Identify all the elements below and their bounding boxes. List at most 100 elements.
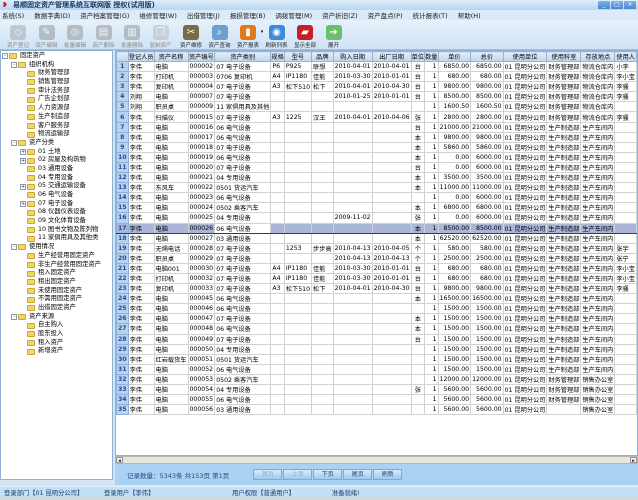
cell-11[interactable]: 1 <box>424 272 439 285</box>
cell-9[interactable] <box>371 202 412 214</box>
cell-9[interactable]: 2010-04-05 <box>371 242 412 254</box>
table-row[interactable]: 16 李伟 电脑 000025 04 专用设备 2009-11-02 张 1 0.00 6000.… <box>116 212 637 224</box>
cell-6[interactable]: IP1180 <box>283 71 313 83</box>
cell-2[interactable]: 电脑 <box>153 60 189 73</box>
cell-7[interactable] <box>311 232 334 244</box>
cell-17[interactable] <box>614 161 637 174</box>
toolbar-button-copy[interactable]: ❐ 复制资产 <box>147 21 175 49</box>
cell-15[interactable]: 生产制造部 <box>546 212 582 224</box>
cell-12[interactable]: 62520.00 <box>437 232 472 244</box>
cell-5[interactable]: P6 <box>270 60 285 73</box>
cell-12[interactable]: 1500.00 <box>437 333 472 345</box>
cell-10[interactable]: 台 <box>410 262 426 274</box>
cell-13[interactable]: 9800.00 <box>470 283 504 295</box>
cell-12[interactable]: 9800.00 <box>437 283 472 295</box>
cell-9[interactable] <box>371 222 412 234</box>
cell-10[interactable]: 台 <box>410 333 426 345</box>
cell-14[interactable]: 01 昆明分公司 <box>502 111 548 123</box>
cell-8[interactable] <box>332 151 373 163</box>
column-header[interactable]: 数量 <box>424 51 439 62</box>
table-row[interactable]: 13 李伟 东风车 000022 0501 货运汽车本 1 11000.00 11000.00… <box>116 182 637 194</box>
cell-4[interactable]: 07 电子设备 <box>214 81 272 93</box>
cell-11[interactable]: 1 <box>424 373 439 386</box>
cell-6[interactable]: P925 <box>283 60 313 73</box>
cell-17[interactable]: 李骚 <box>614 283 637 295</box>
cell-8[interactable]: 2010-03-30 <box>332 272 373 285</box>
cell-9[interactable] <box>371 383 412 396</box>
cell-11[interactable]: 1 <box>424 242 439 254</box>
cell-12[interactable]: 1500.00 <box>437 303 472 315</box>
cell-14[interactable]: 01 昆明分公司 <box>502 373 548 386</box>
pager-button[interactable]: 刷新 <box>373 469 403 480</box>
cell-9[interactable] <box>371 212 412 224</box>
column-header[interactable] <box>116 51 129 62</box>
cell-2[interactable]: 电脑 <box>153 394 189 406</box>
cell-10[interactable]: 个 <box>410 252 426 264</box>
cell-4[interactable]: 07 电子设备 <box>214 60 272 73</box>
tree-node[interactable]: +02 房屋及构筑物 <box>2 156 112 165</box>
cell-2[interactable]: 电脑 <box>153 303 189 315</box>
cell-9[interactable]: 2010-04-13 <box>371 252 412 264</box>
column-header[interactable]: 资产编号 <box>187 51 216 62</box>
cell-15[interactable]: 生产制造部 <box>546 323 582 335</box>
cell-4[interactable]: 07 电子设备 <box>214 161 272 174</box>
cell-12[interactable]: 0.00 <box>437 161 472 174</box>
tree-node[interactable]: 新增资产 <box>2 347 112 356</box>
cell-12[interactable]: 1500.00 <box>437 323 472 335</box>
cell-12[interactable]: 5600.00 <box>437 394 472 406</box>
cell-7[interactable] <box>311 192 334 204</box>
cell-4[interactable]: 04 专用设备 <box>214 212 272 224</box>
table-row[interactable]: 22 李伟 打印机 000032 07 电子设备 A4 IP1180 佳能 2010-03-30… <box>116 272 637 285</box>
cell-13[interactable]: 1600.50 <box>470 101 504 113</box>
cell-16[interactable]: 生产车间内 <box>580 172 616 184</box>
cell-1[interactable]: 李伟 <box>127 343 155 355</box>
cell-7[interactable] <box>311 131 334 143</box>
cell-16[interactable]: 生产车间内 <box>580 343 616 355</box>
cell-13[interactable]: 62520.00 <box>470 232 504 244</box>
cell-2[interactable]: 电脑 <box>153 313 189 325</box>
cell-3[interactable]: 000015 <box>187 111 216 123</box>
cell-10[interactable]: 本 <box>410 151 426 163</box>
cell-17[interactable] <box>614 212 637 224</box>
tree-node[interactable]: 广告企划部 <box>2 95 112 104</box>
cell-3[interactable]: 000048 <box>187 323 216 335</box>
cell-9[interactable] <box>371 303 412 315</box>
cell-3[interactable]: 000021 <box>187 172 216 184</box>
cell-13[interactable]: 680.00 <box>470 262 504 274</box>
cell-10[interactable]: 本 <box>410 323 426 335</box>
cell-2[interactable]: 电脑 <box>153 141 189 153</box>
cell-16[interactable]: 物流仓库内 <box>580 91 616 103</box>
scroll-left-arrow-icon[interactable]: ◂ <box>116 457 123 464</box>
cell-14[interactable]: 01 昆明分公司 <box>502 232 548 244</box>
cell-2[interactable]: 电脑 <box>153 121 189 133</box>
cell-11[interactable]: 1 <box>424 232 439 244</box>
cell-4[interactable]: 06 电气设备 <box>214 222 272 234</box>
cell-8[interactable] <box>332 303 373 315</box>
cell-12[interactable]: 1500.00 <box>437 313 472 325</box>
table-row[interactable]: 14 李伟 电脑 000023 06 电气设备 1 0.00 6000.00 01 昆明分公司生… <box>116 192 637 204</box>
cell-7[interactable] <box>311 252 334 264</box>
cell-1[interactable]: 李伟 <box>127 161 155 174</box>
cell-10[interactable]: 本 <box>410 202 426 214</box>
table-row[interactable]: 10 李伟 电脑 000019 06 电气设备 本 1 0.00 6000.00 01 昆明分公司… <box>116 151 637 163</box>
cell-8[interactable] <box>332 172 373 184</box>
cell-1[interactable]: 李伟 <box>127 272 155 285</box>
cell-9[interactable] <box>371 323 412 335</box>
cell-16[interactable]: 物流仓库内 <box>580 111 616 123</box>
column-header[interactable]: 规格 <box>270 51 285 62</box>
cell-1[interactable]: 李伟 <box>127 404 155 416</box>
cell-1[interactable]: 李伟 <box>127 172 155 184</box>
cell-5[interactable] <box>270 151 285 163</box>
cell-7[interactable] <box>311 172 334 184</box>
cell-13[interactable]: 11000.00 <box>470 182 504 194</box>
cell-5[interactable] <box>270 293 285 305</box>
cell-17[interactable] <box>614 293 637 305</box>
cell-6[interactable] <box>283 323 313 335</box>
cell-4[interactable]: 07 电子设备 <box>214 111 272 123</box>
cell-16[interactable]: 生产车间内 <box>580 353 616 365</box>
cell-1[interactable]: 李伟 <box>127 111 155 123</box>
cell-2[interactable]: 电脑 <box>153 383 189 396</box>
cell-2[interactable]: 无绳电话 <box>153 242 189 254</box>
cell-16[interactable]: 生产车间内 <box>580 161 616 174</box>
cell-16[interactable]: 生产车间内 <box>580 242 616 254</box>
